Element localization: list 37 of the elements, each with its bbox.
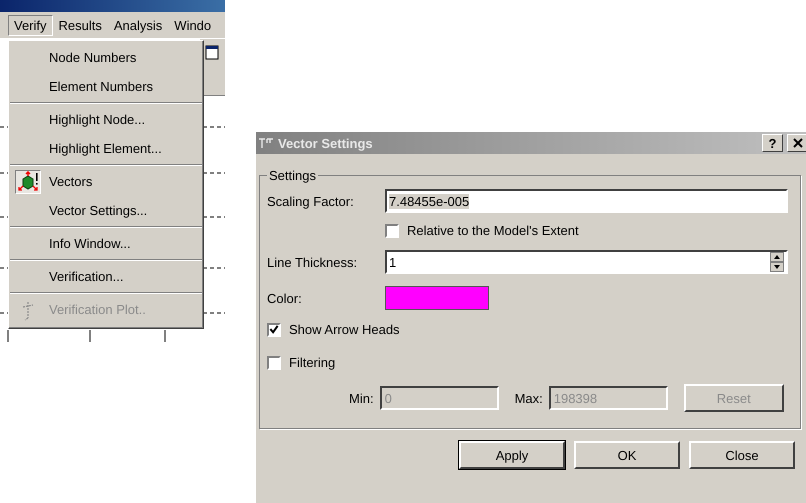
menu-item[interactable]: Vector Settings...	[9, 196, 203, 225]
window-icon[interactable]	[205, 45, 219, 61]
scaling-factor-field[interactable]: 7.48455e-005	[385, 189, 788, 213]
dialog-button[interactable]: Close	[689, 441, 795, 469]
checkbox[interactable]	[385, 224, 399, 238]
menu-item[interactable]: Node Numbers	[9, 43, 203, 72]
field-label: Max:	[514, 390, 543, 406]
dialog-button[interactable]: OK	[574, 441, 680, 469]
menu-item[interactable]: Info Window...	[9, 229, 203, 258]
menu-item[interactable]: Element Numbers	[9, 72, 203, 101]
help-button[interactable]: ?	[762, 134, 783, 152]
dialog-button[interactable]: Apply	[459, 441, 565, 469]
close-icon	[792, 138, 802, 148]
menu-item[interactable]: Verification...	[9, 262, 203, 291]
window-icon	[258, 137, 274, 149]
checkbox-label: Relative to the Model's Extent	[407, 223, 579, 238]
field-label: Line Thickness:	[267, 254, 358, 270]
menu-bar-item[interactable]: Verify	[8, 14, 53, 36]
close-button[interactable]	[787, 134, 806, 152]
field-label: Color:	[267, 290, 303, 306]
window-title: Vector Settings	[278, 136, 374, 150]
menu-item[interactable]: Vectors	[9, 167, 203, 196]
field-label: Min:	[349, 390, 374, 406]
menu-bar-item[interactable]: Windo	[168, 14, 218, 36]
color-swatch[interactable]	[385, 286, 489, 310]
line-thickness-spinner[interactable]: 1	[385, 250, 788, 274]
checkbox[interactable]	[267, 322, 281, 336]
field-label: Scaling Factor:	[267, 194, 355, 208]
menu-bar-item[interactable]: Results	[52, 14, 108, 36]
checkbox-label: Filtering	[289, 355, 336, 370]
menu-item[interactable]: Highlight Node...	[9, 105, 203, 134]
spinner-arrows-icon[interactable]	[770, 252, 784, 272]
checkbox-label: Show Arrow Heads	[289, 322, 400, 337]
group-label: Settings	[268, 168, 317, 183]
menu-item[interactable]: Highlight Element...	[9, 134, 203, 163]
menu-bar-item[interactable]: Analysis	[108, 14, 168, 36]
checkbox[interactable]	[267, 356, 281, 370]
